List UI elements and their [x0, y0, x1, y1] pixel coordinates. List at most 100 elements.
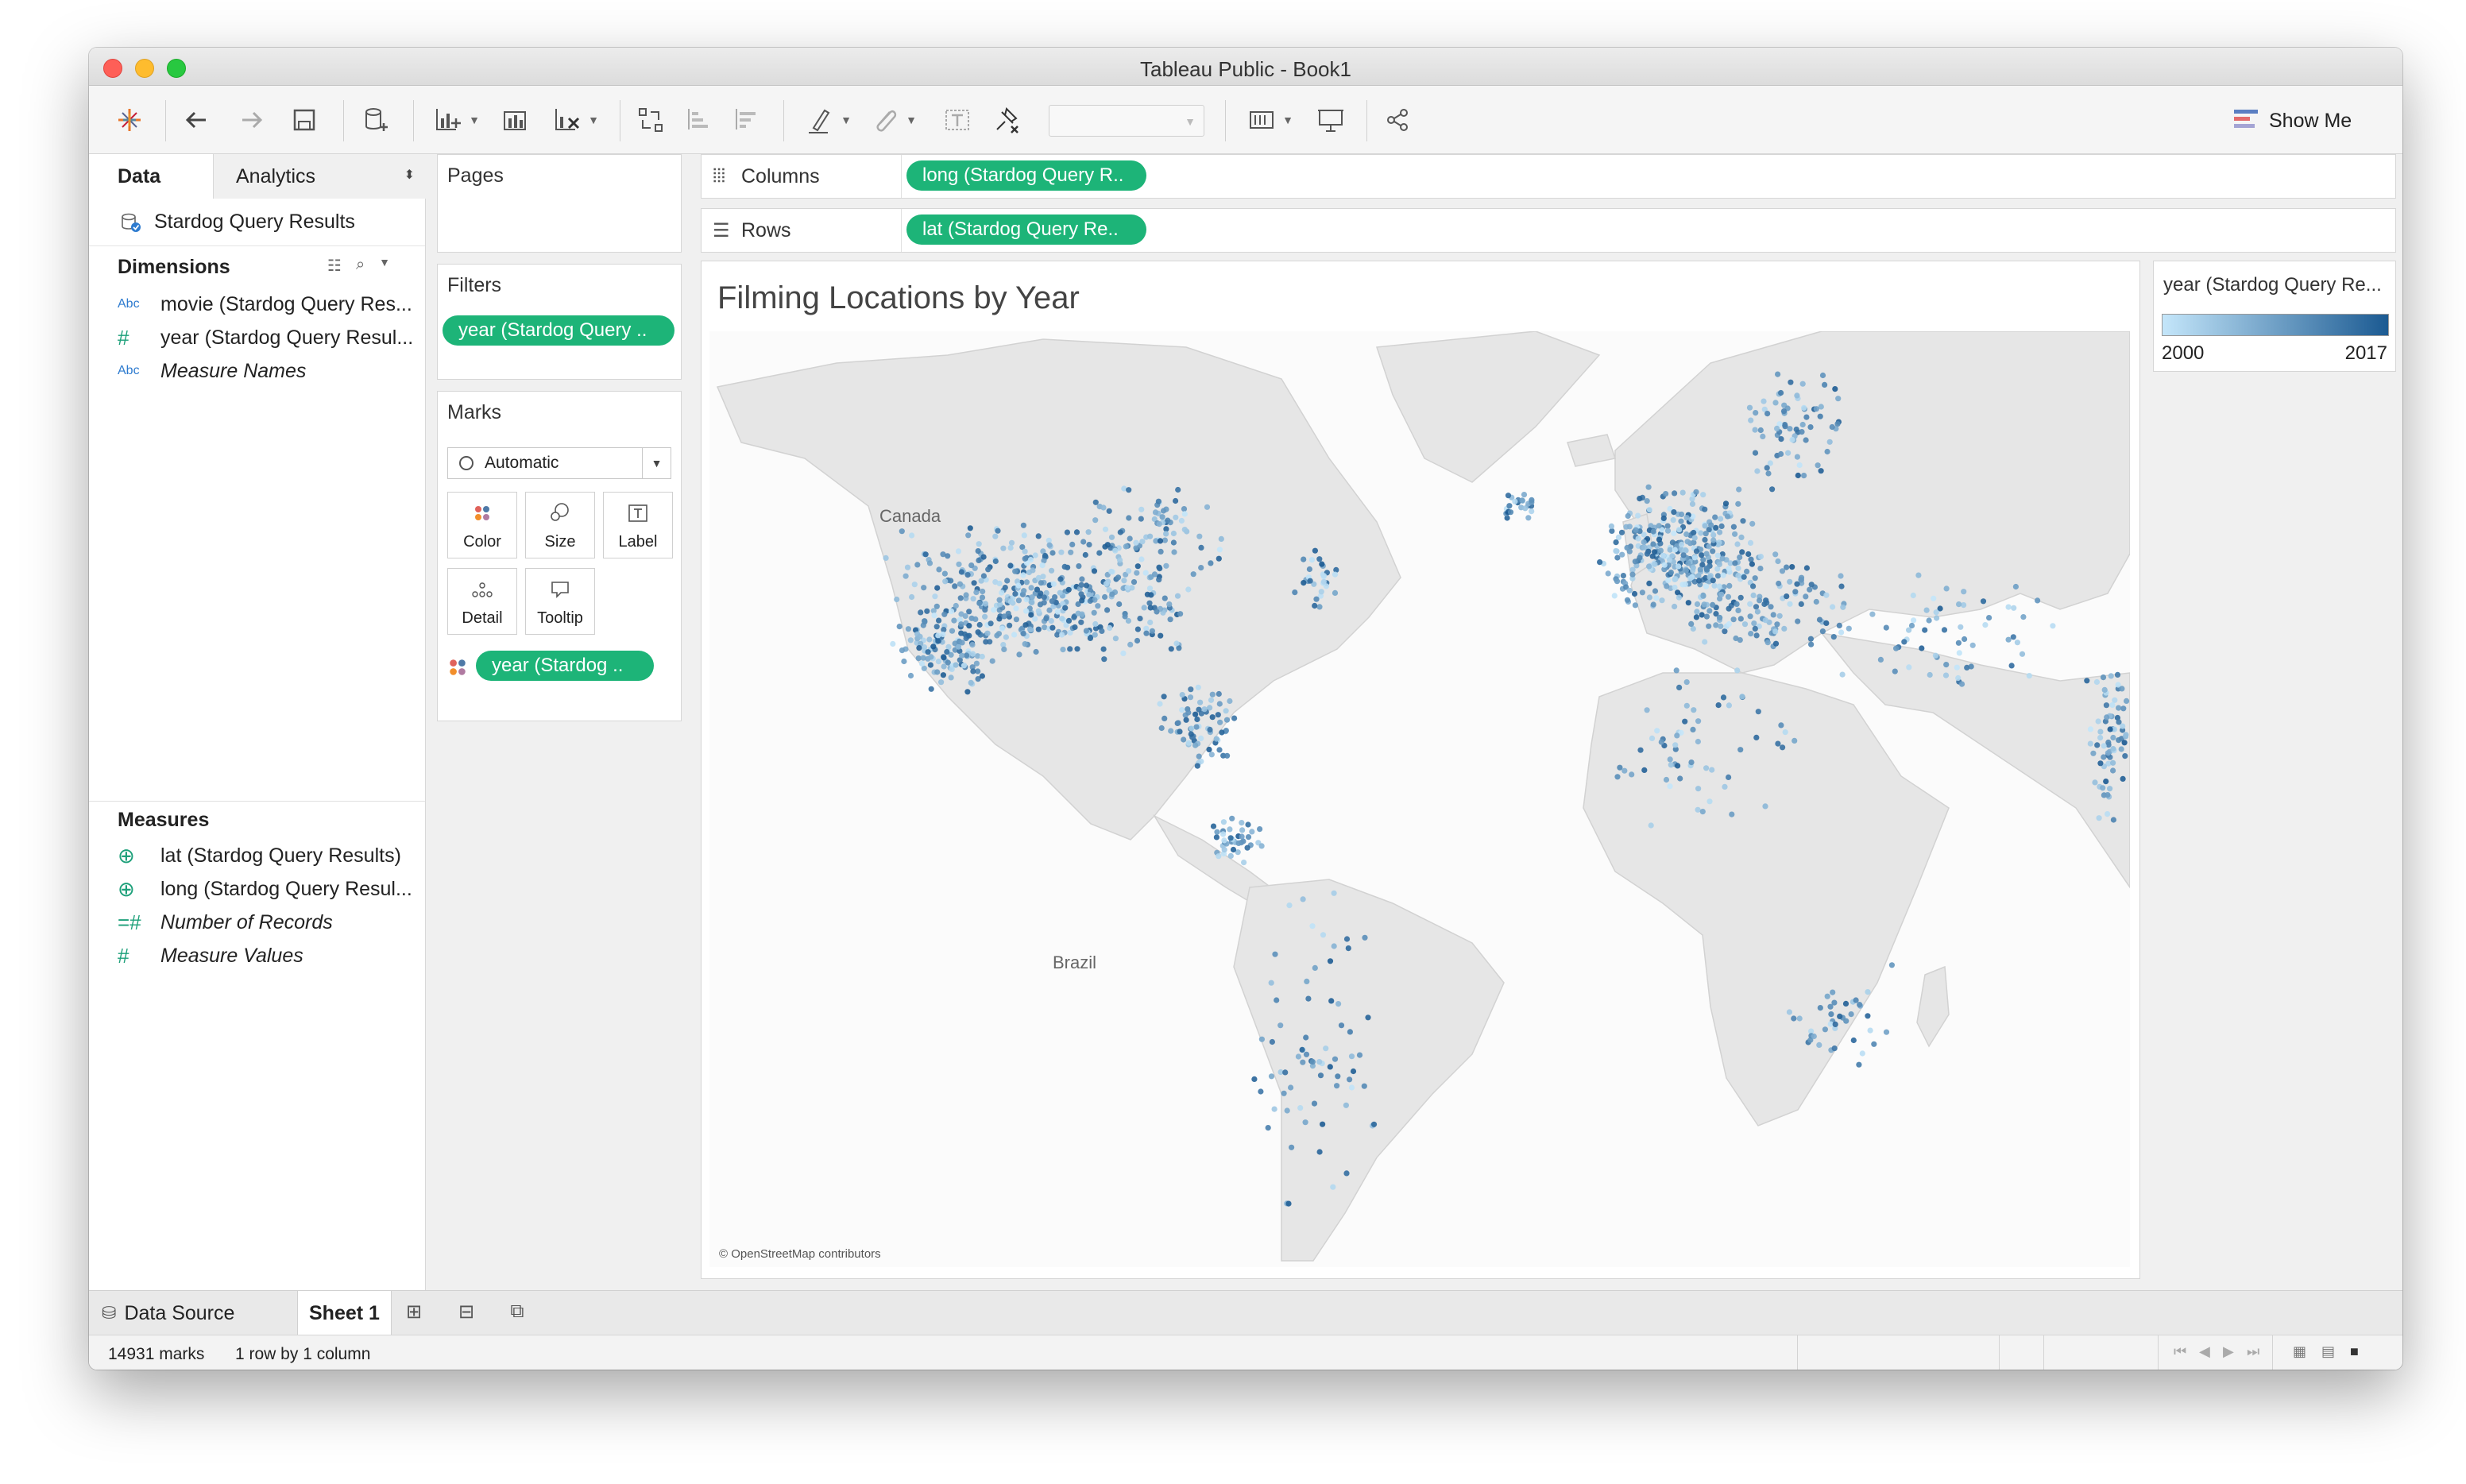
location-mark[interactable] — [2105, 792, 2111, 798]
location-mark[interactable] — [1012, 568, 1018, 574]
highlight-icon[interactable]: ▼ — [798, 102, 858, 138]
location-mark[interactable] — [1752, 450, 1759, 456]
location-mark[interactable] — [916, 645, 922, 651]
location-mark[interactable] — [1126, 487, 1132, 493]
location-mark[interactable] — [1032, 552, 1038, 558]
location-mark[interactable] — [1670, 517, 1676, 524]
location-mark[interactable] — [1668, 762, 1674, 768]
location-mark[interactable] — [1694, 609, 1700, 615]
location-mark[interactable] — [1775, 740, 1781, 747]
location-mark[interactable] — [953, 662, 959, 668]
location-mark[interactable] — [1808, 641, 1815, 647]
location-mark[interactable] — [1819, 628, 1826, 635]
location-mark[interactable] — [1664, 523, 1671, 529]
location-mark[interactable] — [1529, 508, 1535, 515]
location-mark[interactable] — [1030, 567, 1036, 574]
location-mark[interactable] — [1650, 541, 1656, 547]
location-mark[interactable] — [1735, 500, 1741, 507]
location-mark[interactable] — [1679, 541, 1685, 548]
location-mark[interactable] — [1617, 764, 1623, 771]
location-mark[interactable] — [1320, 932, 1327, 938]
location-mark[interactable] — [1718, 623, 1724, 629]
measure-field-lat[interactable]: ⊕ lat (Stardog Query Results) — [118, 842, 401, 869]
location-mark[interactable] — [1096, 550, 1103, 556]
location-mark[interactable] — [1216, 747, 1223, 753]
location-mark[interactable] — [2120, 723, 2126, 729]
location-mark[interactable] — [1839, 671, 1846, 678]
location-mark[interactable] — [1720, 694, 1727, 701]
location-mark[interactable] — [1074, 646, 1080, 652]
location-mark[interactable] — [1312, 547, 1318, 554]
location-mark[interactable] — [1323, 1045, 1329, 1052]
location-mark[interactable] — [1161, 694, 1167, 700]
location-mark[interactable] — [935, 659, 941, 665]
location-mark[interactable] — [1174, 593, 1181, 599]
location-mark[interactable] — [1316, 1059, 1323, 1065]
location-mark[interactable] — [1732, 531, 1738, 537]
location-mark[interactable] — [2101, 743, 2107, 749]
location-mark[interactable] — [1747, 539, 1754, 546]
location-mark[interactable] — [1227, 698, 1233, 705]
location-mark[interactable] — [1347, 1029, 1353, 1035]
location-mark[interactable] — [1343, 936, 1351, 942]
location-mark[interactable] — [1231, 715, 1238, 721]
location-mark[interactable] — [1082, 551, 1088, 558]
location-mark[interactable] — [1656, 536, 1663, 543]
location-mark[interactable] — [966, 623, 972, 629]
location-mark[interactable] — [883, 555, 889, 561]
location-mark[interactable] — [1796, 1015, 1803, 1022]
location-mark[interactable] — [2101, 754, 2107, 760]
location-mark[interactable] — [1746, 404, 1753, 411]
location-mark[interactable] — [1104, 542, 1111, 548]
location-mark[interactable] — [1347, 1076, 1353, 1083]
location-mark[interactable] — [1519, 497, 1525, 504]
location-mark[interactable] — [1309, 1059, 1316, 1065]
location-mark[interactable] — [1023, 579, 1030, 585]
location-mark[interactable] — [1791, 1015, 1797, 1022]
location-mark[interactable] — [1308, 557, 1315, 563]
show-me-button[interactable]: Show Me — [2234, 106, 2352, 135]
location-mark[interactable] — [1007, 622, 1013, 628]
location-mark[interactable] — [1054, 609, 1061, 615]
location-mark[interactable] — [1720, 572, 1726, 578]
location-mark[interactable] — [976, 621, 983, 628]
location-mark[interactable] — [1672, 584, 1678, 591]
location-mark[interactable] — [1620, 573, 1626, 579]
location-mark[interactable] — [1020, 631, 1026, 637]
location-mark[interactable] — [1257, 826, 1263, 833]
location-mark[interactable] — [1204, 504, 1211, 510]
location-mark[interactable] — [1331, 890, 1337, 896]
location-mark[interactable] — [1007, 562, 1014, 569]
location-mark[interactable] — [1216, 853, 1222, 860]
location-mark[interactable] — [1239, 827, 1246, 833]
location-mark[interactable] — [964, 689, 971, 695]
location-mark[interactable] — [1078, 582, 1084, 588]
location-mark[interactable] — [1754, 468, 1761, 474]
location-mark[interactable] — [1717, 529, 1723, 535]
location-mark[interactable] — [1764, 465, 1770, 471]
location-mark[interactable] — [2120, 775, 2126, 783]
location-mark[interactable] — [1906, 664, 1912, 671]
location-mark[interactable] — [1335, 1001, 1342, 1007]
location-mark[interactable] — [1776, 580, 1782, 587]
location-mark[interactable] — [1969, 642, 1976, 648]
location-mark[interactable] — [1121, 578, 1127, 584]
location-mark[interactable] — [1013, 616, 1019, 623]
location-mark[interactable] — [1320, 573, 1327, 579]
location-mark[interactable] — [1101, 656, 1107, 663]
location-mark[interactable] — [2104, 714, 2110, 721]
location-mark[interactable] — [968, 562, 975, 569]
location-mark[interactable] — [1220, 831, 1227, 837]
location-mark[interactable] — [1629, 771, 1635, 778]
location-mark[interactable] — [1714, 573, 1722, 579]
location-mark[interactable] — [1631, 590, 1638, 597]
fit-dropdown[interactable]: ▼ — [1049, 105, 1204, 137]
location-mark[interactable] — [1663, 776, 1670, 783]
location-mark[interactable] — [1911, 617, 1917, 624]
location-mark[interactable] — [1147, 605, 1154, 611]
location-mark[interactable] — [1307, 578, 1313, 584]
location-mark[interactable] — [1216, 690, 1222, 698]
location-mark[interactable] — [1673, 667, 1679, 674]
location-mark[interactable] — [1619, 551, 1625, 558]
location-mark[interactable] — [1108, 534, 1115, 540]
